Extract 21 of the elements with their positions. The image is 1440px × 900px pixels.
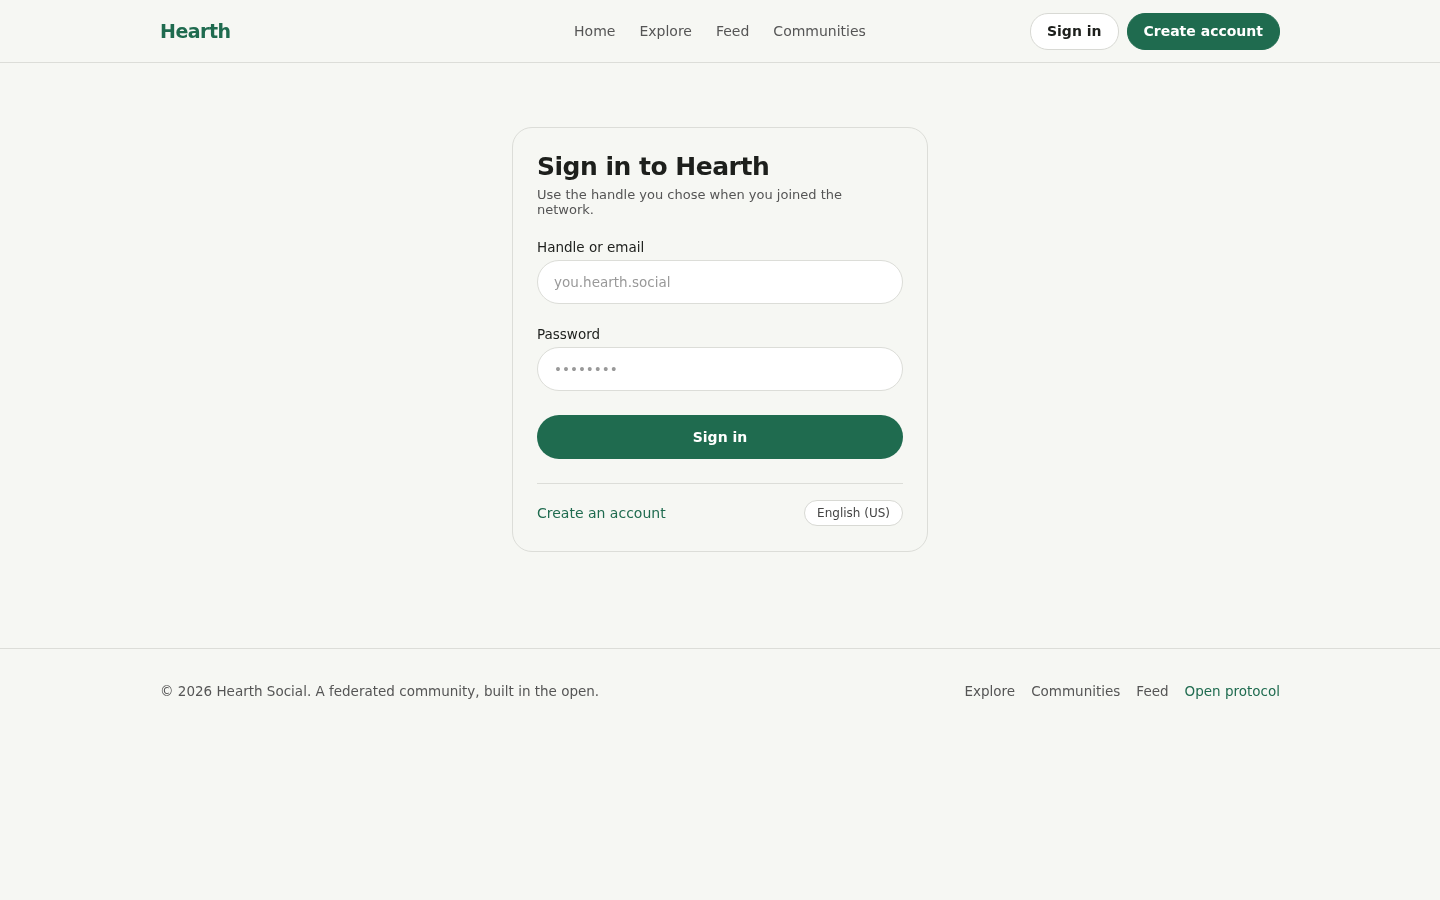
nav-link[interactable]: Communities <box>773 23 866 39</box>
card-title: Sign in to Hearth <box>537 152 771 181</box>
footer-link[interactable]: Explore <box>964 683 1016 699</box>
logo[interactable]: Hearth <box>160 20 534 42</box>
nav-link[interactable]: Explore <box>639 23 692 39</box>
footer-link[interactable]: Communities <box>1031 683 1121 699</box>
create-account-link[interactable]: Create an account <box>537 505 666 521</box>
sign-in-button[interactable]: Sign in <box>537 415 903 459</box>
sign-in-button[interactable]: Sign in <box>1030 12 1119 50</box>
nav-link[interactable]: Feed <box>715 23 750 39</box>
card-subtitle: Use the handle you chose when you joined the network. <box>537 187 843 217</box>
field-label: Password <box>537 326 602 342</box>
input-field[interactable]: you.hearth.social <box>537 260 903 304</box>
input-field[interactable]: •••••••• <box>537 347 903 391</box>
copyright-text: © 2026 Hearth Social. A federated community, built in the open. <box>160 683 600 699</box>
footer-link[interactable]: Feed <box>1136 683 1169 699</box>
create-account-button[interactable]: Create account <box>1126 12 1280 50</box>
footer-link[interactable]: Open protocol <box>1184 683 1280 699</box>
field-label: Handle or email <box>537 239 646 255</box>
nav-link[interactable]: Home <box>574 23 616 39</box>
language-button[interactable]: English (US) <box>804 500 903 526</box>
